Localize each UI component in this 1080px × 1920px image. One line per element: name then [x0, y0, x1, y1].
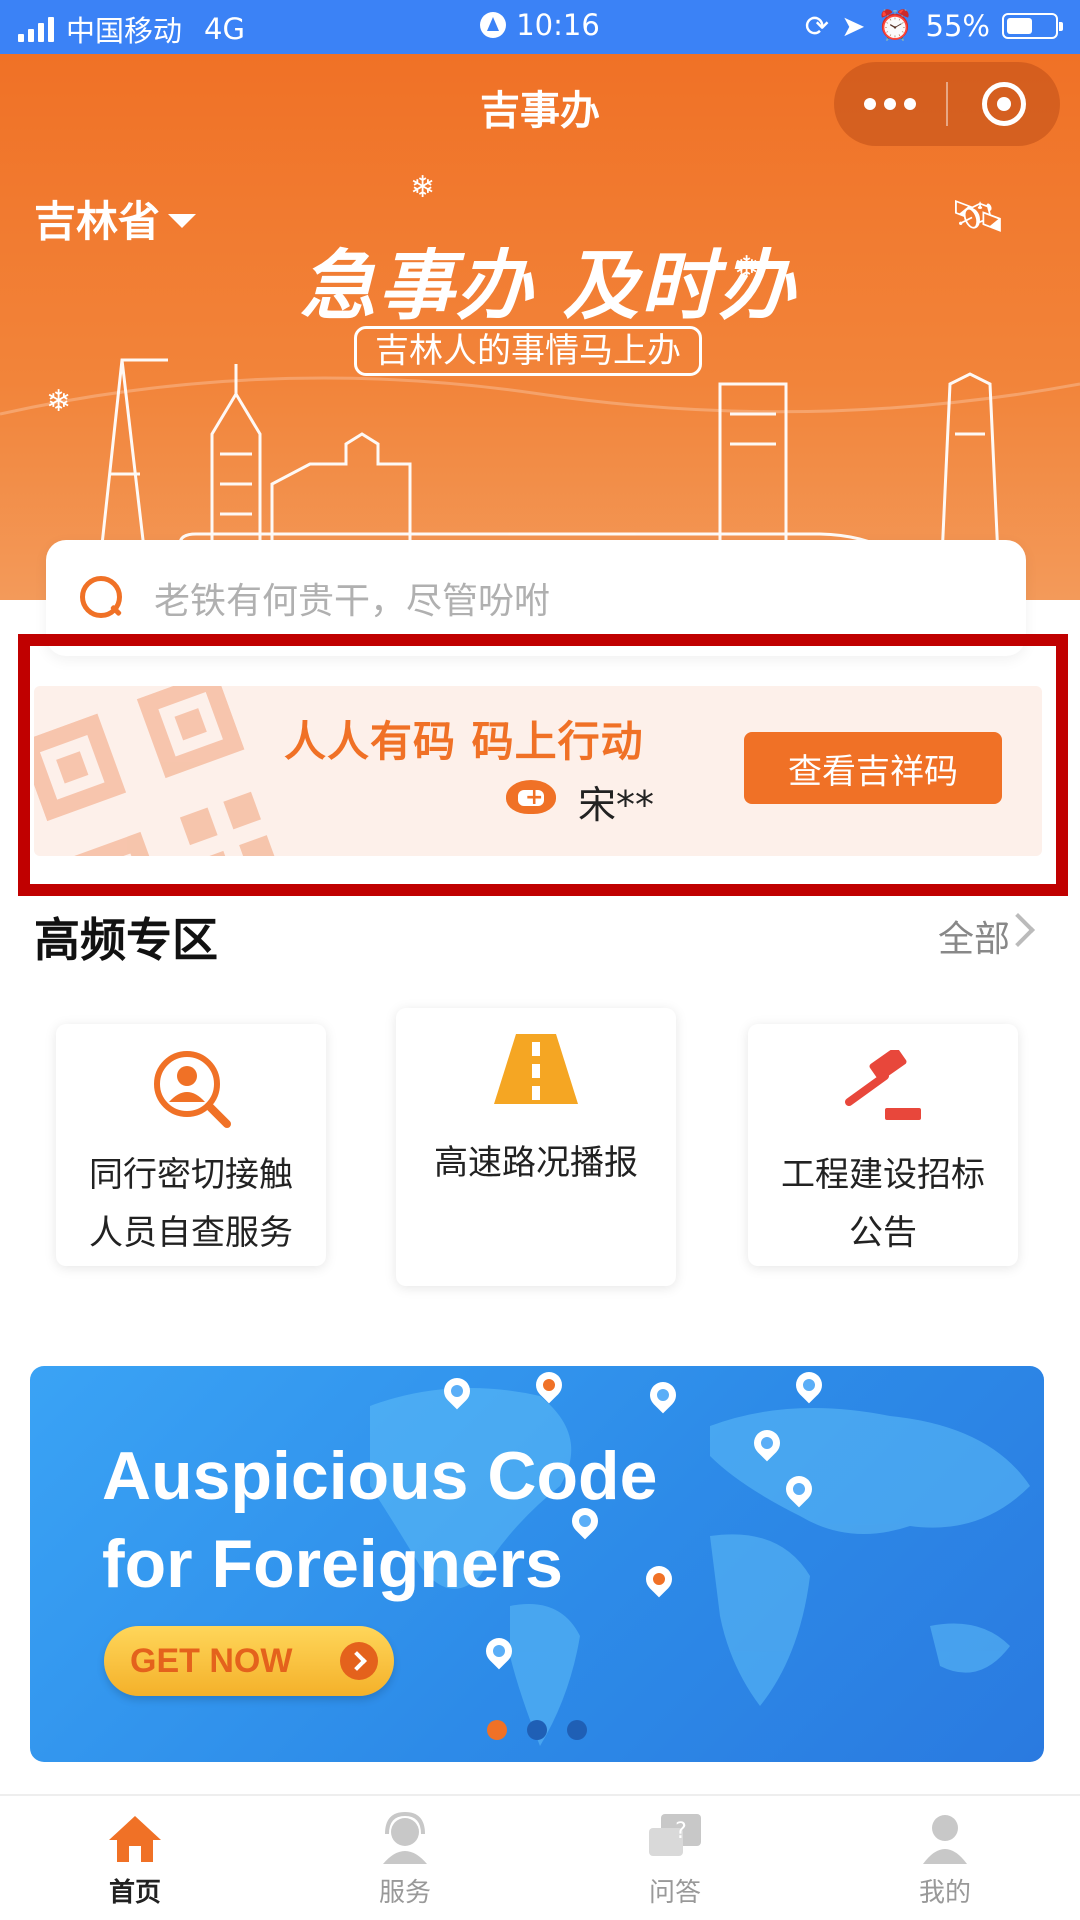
battery-icon — [1002, 12, 1063, 39]
view-code-button[interactable]: 查看吉祥码 — [744, 732, 1002, 804]
battery-percent: 55% — [925, 8, 990, 43]
arrow-right-circle-icon — [340, 1642, 378, 1680]
section-title: 高频专区 — [34, 913, 218, 967]
tab-service[interactable]: 服务 — [270, 1796, 540, 1920]
service-tile-label: 人员自查服务 — [89, 1213, 293, 1253]
home-icon — [109, 1816, 161, 1862]
mini-program-capsule — [834, 62, 1060, 146]
gavel-icon — [845, 1050, 921, 1120]
status-bar: 中国移动 4G 10:16 ⟳ ➤ ⏰ 55% — [0, 0, 1080, 54]
snowflake-icon: ❄ — [410, 170, 436, 205]
service-tile-label: 同行密切接触 — [89, 1155, 293, 1195]
banner-title: Auspicious Code for Foreigners — [102, 1432, 657, 1608]
profile-icon — [923, 1815, 967, 1864]
health-code-card[interactable]: 人人有码 码上行动 宋** 查看吉祥码 — [34, 686, 1042, 856]
qa-chat-icon: ? — [649, 1814, 701, 1856]
location-arrow-icon: ➤ — [841, 8, 866, 43]
tab-label: 我的 — [918, 1878, 971, 1908]
tab-label: 服务 — [378, 1878, 431, 1908]
service-tile-contact-check[interactable]: 同行密切接触 人员自查服务 — [56, 1024, 326, 1266]
highway-icon — [494, 1034, 578, 1104]
hero-header: 吉事办 吉林省 急事办 及时办 吉林人的事情马上办 ❄ ❄ ❄ 🛰 — [0, 54, 1080, 600]
get-now-button[interactable]: GET NOW — [104, 1626, 394, 1696]
alarm-icon: ⏰ — [877, 8, 914, 42]
navigation-icon — [480, 12, 507, 38]
more-dots-icon[interactable] — [834, 62, 946, 146]
snowflake-icon: ❄ — [734, 250, 760, 285]
user-name: 宋** — [578, 783, 655, 827]
service-tile-label: 高速路况播报 — [434, 1143, 638, 1183]
tab-home[interactable]: 首页 — [0, 1796, 270, 1920]
service-tile-bidding[interactable]: 工程建设招标 公告 — [748, 1024, 1018, 1266]
person-search-icon — [154, 1051, 231, 1128]
hero-slogan: 急事办 及时办 — [300, 241, 797, 330]
qr-code-icon — [34, 686, 277, 856]
search-icon — [80, 576, 124, 620]
province-selector[interactable]: 吉林省 — [34, 188, 197, 249]
banner-title-line2: for Foreigners — [102, 1526, 563, 1602]
rotation-lock-icon: ⟳ — [804, 8, 830, 43]
service-tile-label: 公告 — [849, 1213, 917, 1253]
mascot-icon — [506, 780, 556, 814]
tab-qa[interactable]: ? 问答 — [540, 1796, 810, 1920]
get-now-label: GET NOW — [130, 1641, 293, 1680]
tab-mine[interactable]: 我的 — [810, 1796, 1080, 1920]
svg-text:?: ? — [675, 1819, 687, 1844]
bottom-tab-bar: 首页 服务 ? 问答 我的 — [0, 1794, 1080, 1920]
caret-down-icon — [168, 213, 197, 228]
clock: 10:16 — [516, 8, 600, 42]
satellite-icon: 🛰 — [950, 191, 1006, 242]
status-right: ⟳ ➤ ⏰ 55% — [804, 8, 1063, 43]
view-all-link[interactable]: 全部 — [938, 910, 1010, 962]
promo-banner[interactable]: Auspicious Code for Foreigners GET NOW — [30, 1366, 1044, 1762]
carousel-dot[interactable] — [567, 1720, 587, 1740]
customer-service-icon — [383, 1812, 427, 1864]
carousel-dot[interactable] — [527, 1720, 547, 1740]
banner-title-line1: Auspicious Code — [102, 1438, 658, 1514]
province-label: 吉林省 — [34, 197, 161, 246]
code-slogan: 人人有码 码上行动 — [284, 717, 644, 766]
service-tile-label: 工程建设招标 — [781, 1155, 985, 1195]
carousel-dot[interactable] — [487, 1720, 507, 1740]
carousel-dots[interactable] — [30, 1720, 1044, 1740]
target-circle-icon[interactable] — [948, 62, 1060, 146]
tab-label: 问答 — [648, 1878, 701, 1908]
search-placeholder: 老铁有何贵干，尽管吩咐 — [154, 581, 551, 622]
tab-label: 首页 — [108, 1878, 161, 1908]
service-tile-highway[interactable]: 高速路况播报 — [396, 1008, 676, 1286]
